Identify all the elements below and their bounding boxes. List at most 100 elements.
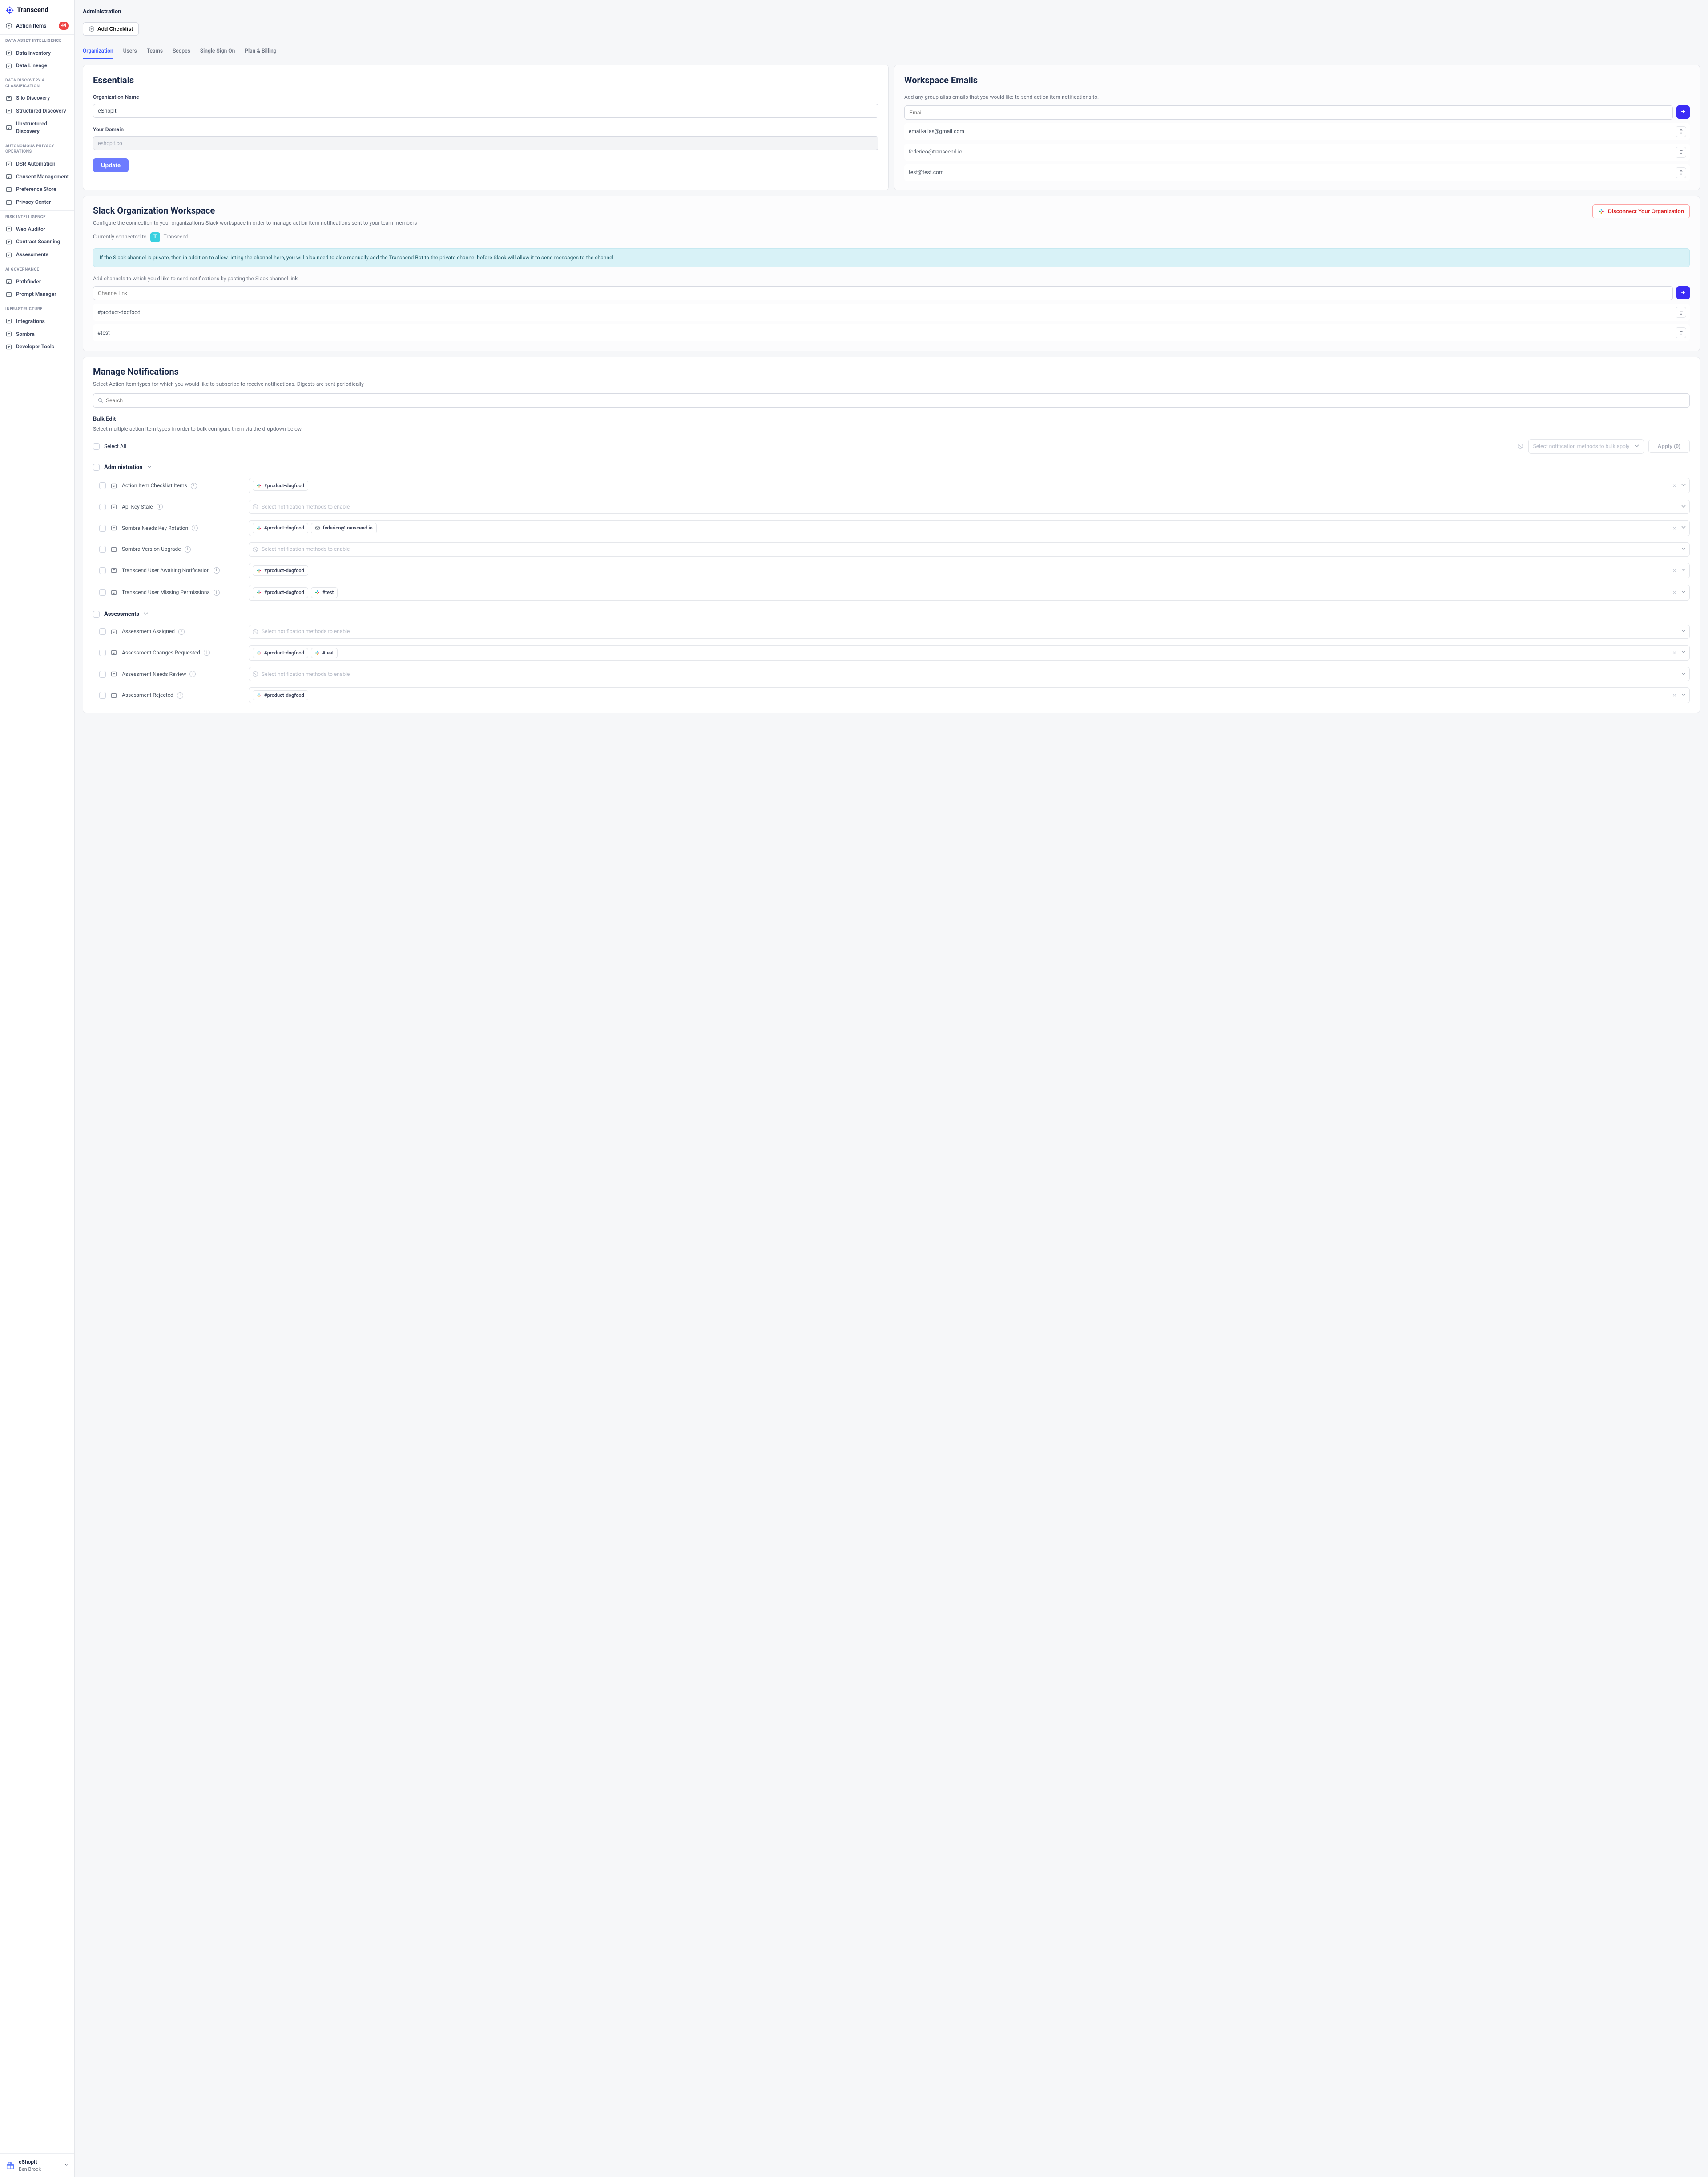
tab[interactable]: Single Sign On (200, 44, 235, 59)
notif-tag[interactable]: #test (311, 587, 338, 598)
info-icon[interactable]: i (189, 671, 196, 677)
notif-tag[interactable]: #product-dogfood (253, 648, 308, 658)
info-icon[interactable]: i (157, 504, 163, 510)
sidebar-item[interactable]: Unstructured Discovery (5, 117, 69, 138)
sidebar-item[interactable]: Data Lineage (5, 59, 69, 72)
brand[interactable]: Transcend (0, 0, 74, 19)
email-input[interactable] (904, 105, 1673, 120)
clear-icon[interactable] (1672, 693, 1677, 698)
notif-checkbox[interactable] (99, 504, 106, 510)
org-name-input[interactable] (93, 104, 878, 118)
sidebar-item[interactable]: Preference Store (5, 183, 69, 196)
notif-row-icon (110, 649, 117, 656)
notif-checkbox[interactable] (99, 628, 106, 635)
sidebar-action-items[interactable]: Action Items 44 (0, 19, 74, 34)
sidebar-item[interactable]: Developer Tools (5, 340, 69, 353)
info-icon[interactable]: i (178, 629, 185, 635)
clear-icon[interactable] (1672, 590, 1677, 595)
notif-tag[interactable]: #product-dogfood (253, 523, 308, 533)
tab[interactable]: Teams (147, 44, 163, 59)
notif-method-select[interactable]: Select notification methods to enable (249, 500, 1690, 514)
notif-method-select[interactable]: Select notification methods to enable (249, 542, 1690, 557)
tab[interactable]: Organization (83, 44, 113, 59)
sidebar-item[interactable]: Pathfinder (5, 275, 69, 288)
sidebar-item[interactable]: Sombra (5, 328, 69, 341)
add-checklist-button[interactable]: Add Checklist (83, 22, 139, 36)
disconnect-button[interactable]: Disconnect Your Organization (1592, 204, 1690, 218)
tab[interactable]: Users (123, 44, 137, 59)
notif-checkbox[interactable] (99, 650, 106, 656)
sidebar-item[interactable]: Prompt Manager (5, 288, 69, 301)
clear-icon[interactable] (1672, 483, 1677, 488)
apply-button[interactable]: Apply (0) (1648, 440, 1690, 453)
clear-icon[interactable] (1672, 526, 1677, 531)
info-icon[interactable]: i (214, 567, 220, 574)
sidebar-item[interactable]: Silo Discovery (5, 92, 69, 105)
notif-tag[interactable]: #product-dogfood (253, 481, 308, 491)
info-icon[interactable]: i (214, 590, 220, 596)
delete-email-button[interactable] (1676, 126, 1686, 137)
notif-tag[interactable]: #test (311, 648, 338, 658)
delete-email-button[interactable] (1676, 167, 1686, 178)
sidebar-item[interactable]: Privacy Center (5, 196, 69, 209)
notif-method-select[interactable]: #product-dogfoodfederico@transcend.io (249, 520, 1690, 536)
notif-method-select[interactable]: #product-dogfood (249, 687, 1690, 703)
sidebar-item[interactable]: Structured Discovery (5, 105, 69, 117)
info-icon[interactable]: i (185, 546, 191, 553)
bulk-method-select[interactable]: Select notification methods to bulk appl… (1528, 439, 1644, 454)
search-input[interactable] (93, 393, 1690, 408)
notif-row-icon (110, 628, 117, 635)
notif-tag[interactable]: #product-dogfood (253, 587, 308, 598)
notif-group-header[interactable]: Administration (93, 464, 1690, 472)
notif-method-select[interactable]: Select notification methods to enable (249, 625, 1690, 639)
info-icon[interactable]: i (191, 483, 197, 489)
notif-checkbox[interactable] (99, 546, 106, 553)
update-button[interactable]: Update (93, 158, 129, 172)
notif-row: Action Item Checklist Items i#product-do… (93, 478, 1690, 493)
tab[interactable]: Scopes (173, 44, 190, 59)
notif-method-select[interactable]: Select notification methods to enable (249, 667, 1690, 681)
channel-link-input[interactable] (93, 286, 1673, 300)
notif-tag[interactable]: federico@transcend.io (311, 523, 377, 533)
sidebar-footer[interactable]: eShopIt Ben Brook (0, 2153, 74, 2177)
notif-method-select[interactable]: #product-dogfood#test (249, 645, 1690, 661)
clear-icon[interactable] (1672, 568, 1677, 573)
sidebar-item[interactable]: Contract Scanning (5, 235, 69, 248)
info-icon[interactable]: i (177, 692, 183, 699)
sidebar-item[interactable]: Consent Management (5, 170, 69, 183)
clear-icon[interactable] (1672, 650, 1677, 655)
sidebar-item[interactable]: Assessments (5, 248, 69, 261)
notif-tag[interactable]: #product-dogfood (253, 565, 308, 576)
info-icon[interactable]: i (204, 650, 210, 656)
essentials-title: Essentials (93, 74, 878, 86)
notif-tag-text: #test (322, 589, 334, 596)
sidebar-item[interactable]: Data Inventory (5, 47, 69, 60)
notif-checkbox[interactable] (99, 482, 106, 489)
select-all-checkbox[interactable] (93, 443, 100, 450)
notif-method-select[interactable]: #product-dogfood (249, 478, 1690, 493)
sidebar-item[interactable]: Integrations (5, 315, 69, 328)
notif-method-select[interactable]: #product-dogfood (249, 563, 1690, 578)
notif-row: Sombra Version Upgrade iSelect notificat… (93, 542, 1690, 557)
info-icon[interactable]: i (192, 525, 198, 531)
delete-channel-button[interactable] (1676, 327, 1686, 338)
notif-checkbox[interactable] (99, 525, 106, 532)
delete-email-button[interactable] (1676, 147, 1686, 158)
delete-channel-button[interactable] (1676, 307, 1686, 318)
notif-checkbox[interactable] (99, 671, 106, 678)
group-checkbox[interactable] (93, 611, 100, 618)
notif-tag[interactable]: #product-dogfood (253, 690, 308, 700)
add-email-button[interactable]: + (1676, 105, 1690, 119)
notif-checkbox[interactable] (99, 692, 106, 699)
sidebar-item-label: Data Lineage (16, 62, 47, 69)
sidebar-item[interactable]: Web Auditor (5, 223, 69, 236)
sidebar-item[interactable]: DSR Automation (5, 158, 69, 170)
notif-checkbox[interactable] (99, 589, 106, 596)
tab[interactable]: Plan & Billing (245, 44, 276, 59)
add-channel-button[interactable]: + (1676, 286, 1690, 299)
notif-method-select[interactable]: #product-dogfood #test (249, 585, 1690, 600)
group-checkbox[interactable] (93, 464, 100, 471)
notif-checkbox[interactable] (99, 567, 106, 574)
notif-row: Assessment Needs Review iSelect notifica… (93, 667, 1690, 681)
notif-group-header[interactable]: Assessments (93, 610, 1690, 618)
